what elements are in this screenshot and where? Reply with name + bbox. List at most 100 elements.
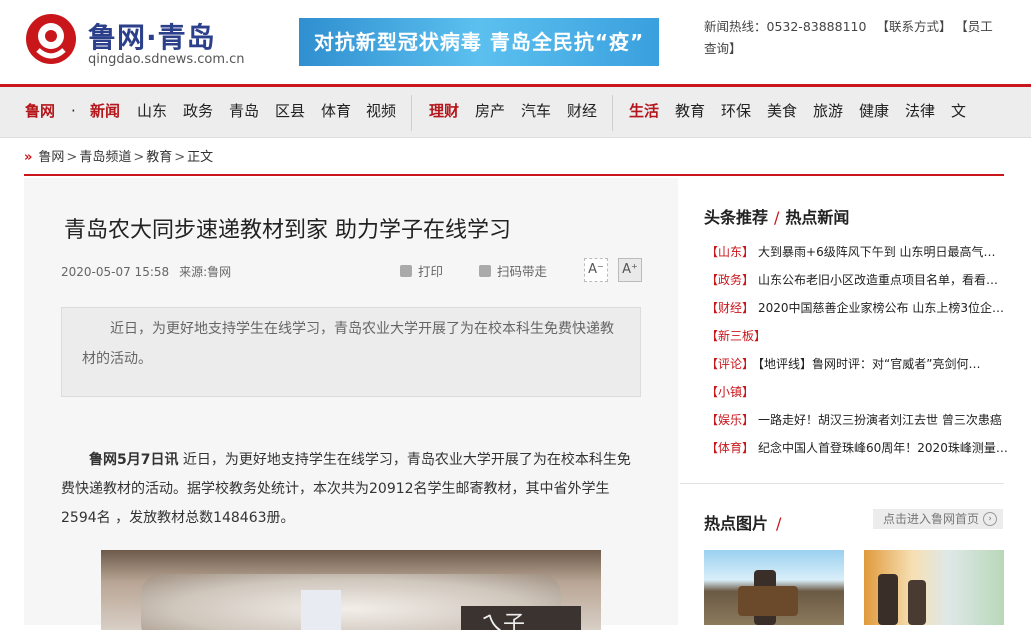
news-item[interactable]: 【体育】 纪念中国人首登珠峰60周年！2020珠峰测量…: [706, 434, 1031, 462]
news-category[interactable]: 【评论】: [706, 357, 754, 371]
photo-card: ㄟ子: [461, 606, 581, 630]
breadcrumb: » 鲁网 > 青岛频道 > 教育 > 正文: [24, 148, 213, 168]
hotline-text: 新闻热线：0532-83888110: [704, 19, 867, 34]
news-category[interactable]: 【体育】: [706, 441, 754, 455]
news-category[interactable]: 【政务】: [706, 273, 754, 287]
tab-headline[interactable]: 头条推荐: [704, 208, 768, 227]
nav-item-finance[interactable]: 理财: [429, 87, 459, 137]
article-meta: 2020-05-07 15:58 来源:鲁网: [61, 263, 241, 280]
news-item[interactable]: 【山东】 大到暴雨+6级阵风下午到 山东明日最高气…: [706, 238, 1031, 266]
font-smaller-button[interactable]: A⁻: [584, 258, 608, 282]
home-link-label: 点击进入鲁网首页: [883, 512, 980, 526]
news-category[interactable]: 【山东】: [706, 245, 754, 259]
nav-item-economy[interactable]: 财经: [567, 87, 597, 137]
news-title[interactable]: 2020中国慈善企业家榜公布 山东上榜3位企…: [758, 301, 1004, 315]
nav-item-luwang[interactable]: 鲁网: [25, 87, 55, 137]
photo-strap: [301, 590, 341, 630]
news-category[interactable]: 【财经】: [706, 301, 754, 315]
news-title[interactable]: 一路走好！胡汉三扮演者刘江去世 曾三次患癌: [758, 413, 1002, 427]
qr-button[interactable]: 扫码带走: [479, 261, 547, 280]
hot-pictures-heading: 热点图片 /: [704, 510, 781, 534]
article-photo: ㄟ子: [101, 550, 601, 630]
news-item[interactable]: 【财经】 2020中国慈善企业家榜公布 山东上榜3位企…: [706, 294, 1031, 322]
breadcrumb-luwang[interactable]: 鲁网: [38, 150, 64, 165]
nav-item-qingdao[interactable]: 青岛: [229, 87, 259, 137]
hot-news-list: 【山东】 大到暴雨+6级阵风下午到 山东明日最高气… 【政务】 山东公布老旧小区改造…: [706, 238, 1031, 462]
news-title[interactable]: 山东公布老旧小区改造重点项目名单，看看…: [758, 273, 998, 287]
nav-item-education[interactable]: 教育: [675, 87, 705, 137]
font-larger-button[interactable]: A⁺: [618, 258, 642, 282]
nav-separator: [411, 95, 412, 131]
tab-hot-news[interactable]: 热点新闻: [785, 208, 849, 227]
breadcrumb-current: 正文: [187, 150, 214, 165]
news-item[interactable]: 【新三板】: [706, 322, 1031, 350]
article-container: 青岛农大同步速递教材到家 助力学子在线学习 2020-05-07 15:58 来源…: [24, 178, 678, 630]
qr-code-icon: [479, 265, 491, 277]
main-nav: 鲁网 · 新闻 山东 政务 青岛 区县 体育 视频 理财 房产 汽车 财经 生活…: [0, 87, 1031, 138]
print-button[interactable]: 打印: [400, 261, 443, 280]
news-title[interactable]: 纪念中国人首登珠峰60周年！2020珠峰测量…: [758, 441, 1008, 455]
heading-slash: /: [776, 514, 782, 533]
news-item[interactable]: 【政务】 山东公布老旧小区改造重点项目名单，看看…: [706, 266, 1031, 294]
hot-picture-thumb[interactable]: [704, 550, 844, 625]
nav-item-food[interactable]: 美食: [767, 87, 797, 137]
breadcrumb-sep: >: [133, 150, 145, 165]
sidebar: 头条推荐 / 热点新闻 【山东】 大到暴雨+6级阵风下午到 山东明日最高气… 【政务】…: [680, 178, 1031, 625]
nav-item-government[interactable]: 政务: [183, 87, 213, 137]
news-item[interactable]: 【小镇】: [706, 378, 1031, 406]
nav-separator: [612, 95, 613, 131]
nav-item-culture[interactable]: 文: [951, 87, 966, 137]
news-category[interactable]: 【新三板】: [706, 329, 766, 343]
nav-item-counties[interactable]: 区县: [275, 87, 305, 137]
news-category[interactable]: 【娱乐】: [706, 413, 754, 427]
article-lead: 鲁网5月7日讯: [89, 452, 179, 468]
article-source: 来源:鲁网: [179, 265, 232, 279]
article-datetime: 2020-05-07 15:58: [61, 265, 170, 279]
nav-item-travel[interactable]: 旅游: [813, 87, 843, 137]
news-item[interactable]: 【评论】 【地评线】鲁网时评：对“官威者”亮剑何…: [706, 350, 1031, 378]
covid-banner[interactable]: 对抗新型冠状病毒 青岛全民抗“疫”: [299, 18, 659, 66]
breadcrumb-education[interactable]: 教育: [146, 150, 172, 165]
photo-figure: [738, 586, 798, 616]
nav-item-news[interactable]: 新闻: [90, 87, 120, 137]
nav-dot: ·: [71, 102, 76, 120]
hot-picture-thumb[interactable]: [864, 550, 1004, 625]
sidebar-divider: [680, 483, 1004, 484]
hot-pictures-title: 热点图片: [704, 514, 769, 533]
chevron-right-icon: ›: [983, 512, 997, 526]
print-label: 打印: [418, 264, 444, 279]
home-link[interactable]: 点击进入鲁网首页 ›: [873, 509, 1003, 529]
breadcrumb-sep: >: [66, 150, 78, 165]
nav-item-health[interactable]: 健康: [859, 87, 889, 137]
news-title[interactable]: 【地评线】鲁网时评：对“官威者”亮剑何…: [758, 357, 980, 371]
nav-item-environment[interactable]: 环保: [721, 87, 751, 137]
nav-item-law[interactable]: 法律: [905, 87, 935, 137]
logo-url: qingdao.sdnews.com.cn: [88, 52, 245, 67]
content-divider: [24, 174, 1004, 176]
article-body: 鲁网5月7日讯 近日，为更好地支持学生在线学习，青岛农业大学开展了为在校本科生免…: [61, 446, 641, 533]
site-header: 鲁网·青岛 qingdao.sdnews.com.cn 对抗新型冠状病毒 青岛全…: [0, 0, 1031, 87]
photo-figure: [908, 580, 926, 625]
header-links: 新闻热线：0532-83888110 【联系方式】 【员工查询】: [704, 16, 1004, 60]
nav-item-life[interactable]: 生活: [629, 87, 659, 137]
contact-link[interactable]: 【联系方式】: [876, 19, 951, 34]
breadcrumb-arrow-icon: »: [24, 150, 33, 165]
site-logo[interactable]: 鲁网·青岛 qingdao.sdnews.com.cn: [24, 12, 245, 72]
nav-item-realestate[interactable]: 房产: [475, 87, 505, 137]
breadcrumb-qingdao[interactable]: 青岛频道: [79, 150, 131, 165]
heading-slash: /: [774, 208, 780, 227]
breadcrumb-sep: >: [174, 150, 186, 165]
nav-item-shandong[interactable]: 山东: [137, 87, 167, 137]
sidebar-news-heading: 头条推荐 / 热点新闻: [704, 204, 849, 228]
article-title: 青岛农大同步速递教材到家 助力学子在线学习: [64, 218, 511, 243]
nav-item-sports[interactable]: 体育: [321, 87, 351, 137]
photo-figure: [878, 574, 898, 625]
news-title[interactable]: 大到暴雨+6级阵风下午到 山东明日最高气…: [758, 245, 996, 259]
logo-title: 鲁网·青岛: [88, 21, 216, 54]
news-item[interactable]: 【娱乐】 一路走好！胡汉三扮演者刘江去世 曾三次患癌: [706, 406, 1031, 434]
article-summary: 近日，为更好地支持学生在线学习，青岛农业大学开展了为在校本科生免费快递教材的活动…: [61, 307, 641, 397]
qr-label: 扫码带走: [497, 264, 548, 279]
nav-item-video[interactable]: 视频: [366, 87, 396, 137]
nav-item-auto[interactable]: 汽车: [521, 87, 551, 137]
news-category[interactable]: 【小镇】: [706, 385, 754, 399]
